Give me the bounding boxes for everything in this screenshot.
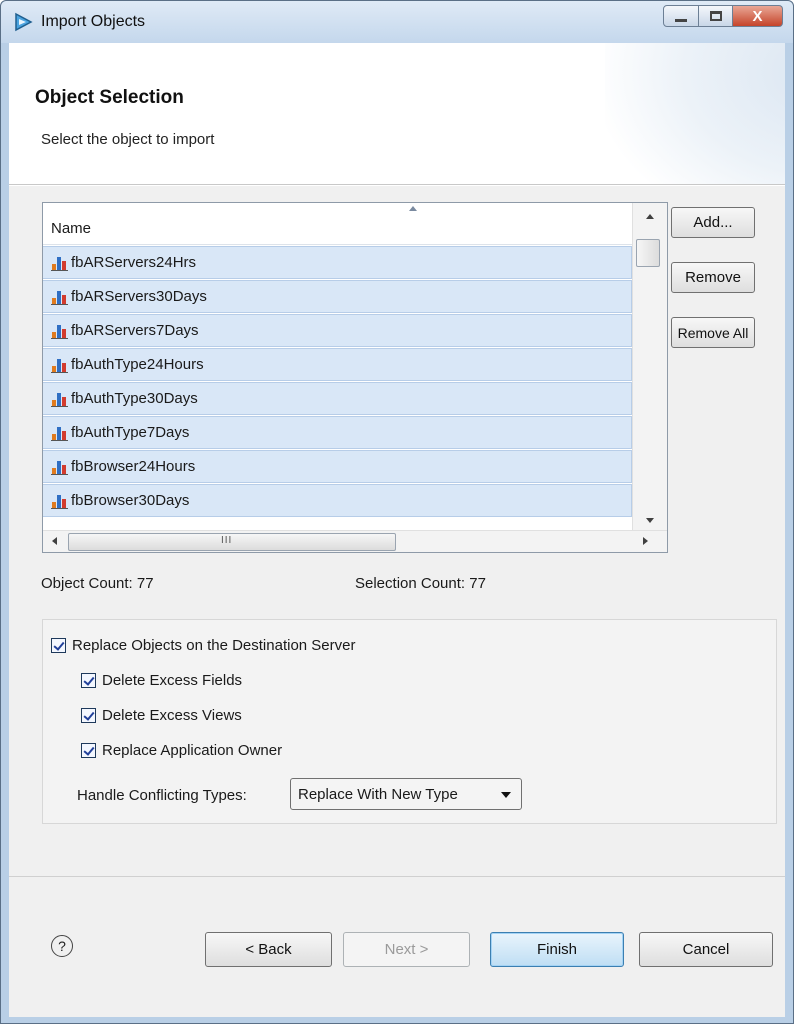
sort-ascending-icon [409, 206, 417, 211]
row-name: fbBrowser30Days [71, 492, 190, 509]
scroll-grip: III [221, 535, 233, 546]
row-name: fbBrowser24Hours [71, 458, 196, 475]
bar-chart-icon [51, 359, 68, 373]
horizontal-scroll-thumb[interactable]: III [68, 533, 396, 551]
object-table: Name fbARServers24Hrs fbARServers30Days fb… [42, 202, 668, 553]
bar-chart-icon [51, 257, 68, 271]
table-header[interactable]: Name [43, 203, 632, 245]
wizard-body: Name fbARServers24Hrs fbARServers30Days fb… [9, 186, 785, 876]
minimize-icon [675, 18, 687, 22]
bar-chart-icon [51, 461, 68, 475]
vertical-scrollbar[interactable] [632, 203, 667, 531]
bar-chart-icon [51, 393, 68, 407]
delete-excess-views-checkbox[interactable]: Delete Excess Views [81, 707, 242, 724]
row-name: fbARServers24Hrs [71, 254, 197, 271]
object-count: Object Count: 77 [41, 575, 154, 592]
table-row[interactable]: fbARServers7Days [43, 314, 632, 347]
scroll-right-icon[interactable] [643, 537, 648, 545]
table-row[interactable]: fbARServers24Hrs [43, 246, 632, 279]
replace-objects-label: Replace Objects on the Destination Serve… [72, 637, 356, 654]
window-title: Import Objects [41, 13, 146, 30]
close-icon: X [752, 7, 763, 25]
page-title: Object Selection [35, 87, 184, 108]
header-decoration [605, 43, 785, 184]
replace-application-owner-label: Replace Application Owner [102, 742, 283, 759]
table-row[interactable]: fbARServers30Days [43, 280, 632, 313]
delete-excess-views-label: Delete Excess Views [102, 707, 242, 724]
scroll-left-icon[interactable] [52, 537, 57, 545]
cancel-button[interactable]: Cancel [639, 932, 773, 967]
checkbox-checked-icon[interactable] [81, 708, 96, 723]
checkbox-checked-icon[interactable] [81, 673, 96, 688]
close-button[interactable]: X [733, 5, 783, 27]
replace-objects-checkbox[interactable]: Replace Objects on the Destination Serve… [51, 637, 355, 654]
conflicting-types-value: Replace With New Type [298, 786, 458, 803]
bar-chart-icon [51, 427, 68, 441]
row-name: fbAuthType24Hours [71, 356, 204, 373]
checkbox-checked-icon[interactable] [51, 638, 66, 653]
conflicting-types-select[interactable]: Replace With New Type [290, 778, 522, 810]
remove-button[interactable]: Remove [671, 262, 755, 293]
scroll-up-icon[interactable] [646, 214, 654, 219]
row-name: fbARServers30Days [71, 288, 207, 305]
wizard-header: Object Selection Select the object to im… [9, 43, 785, 185]
finish-button[interactable]: Finish [490, 932, 624, 967]
dialog-client: Object Selection Select the object to im… [9, 43, 785, 1017]
maximize-button[interactable] [699, 5, 733, 27]
maximize-icon [709, 11, 722, 21]
minimize-button[interactable] [663, 5, 699, 27]
remove-all-button[interactable]: Remove All [671, 317, 755, 348]
row-name: fbAuthType30Days [71, 390, 198, 407]
table-rows: fbARServers24Hrs fbARServers30Days fbARSer… [43, 246, 632, 518]
row-name: fbARServers7Days [71, 322, 199, 339]
table-row[interactable]: fbAuthType7Days [43, 416, 632, 449]
import-objects-window: Import Objects X Object Selection Select… [0, 0, 794, 1024]
next-button[interactable]: Next > [343, 932, 470, 967]
title-bar[interactable]: Import Objects X [1, 1, 793, 43]
bar-chart-icon [51, 325, 68, 339]
handle-conflicting-label: Handle Conflicting Types: [77, 787, 247, 804]
bar-chart-icon [51, 495, 68, 509]
back-button[interactable]: < Back [205, 932, 332, 967]
row-name: fbAuthType7Days [71, 424, 190, 441]
app-play-icon [15, 12, 33, 32]
help-icon[interactable]: ? [51, 935, 73, 957]
horizontal-scrollbar[interactable]: III [43, 530, 667, 552]
delete-excess-fields-label: Delete Excess Fields [102, 672, 243, 689]
selection-count: Selection Count: 77 [355, 575, 486, 592]
table-row[interactable]: fbAuthType24Hours [43, 348, 632, 381]
page-subtitle: Select the object to import [41, 131, 215, 148]
vertical-scroll-thumb[interactable] [636, 239, 660, 267]
wizard-footer: ? < Back Next > Finish Cancel [9, 876, 785, 1017]
chevron-down-icon[interactable] [501, 792, 511, 798]
bar-chart-icon [51, 291, 68, 305]
column-header-name[interactable]: Name [51, 220, 91, 237]
table-row[interactable]: fbAuthType30Days [43, 382, 632, 415]
add-button[interactable]: Add... [671, 207, 755, 238]
table-row[interactable]: fbBrowser24Hours [43, 450, 632, 483]
delete-excess-fields-checkbox[interactable]: Delete Excess Fields [81, 672, 242, 689]
checkbox-checked-icon[interactable] [81, 743, 96, 758]
replace-options-group: Replace Objects on the Destination Serve… [42, 619, 777, 824]
replace-application-owner-checkbox[interactable]: Replace Application Owner [81, 742, 282, 759]
table-row[interactable]: fbBrowser30Days [43, 484, 632, 517]
window-controls: X [663, 5, 783, 27]
scroll-down-icon[interactable] [646, 518, 654, 523]
